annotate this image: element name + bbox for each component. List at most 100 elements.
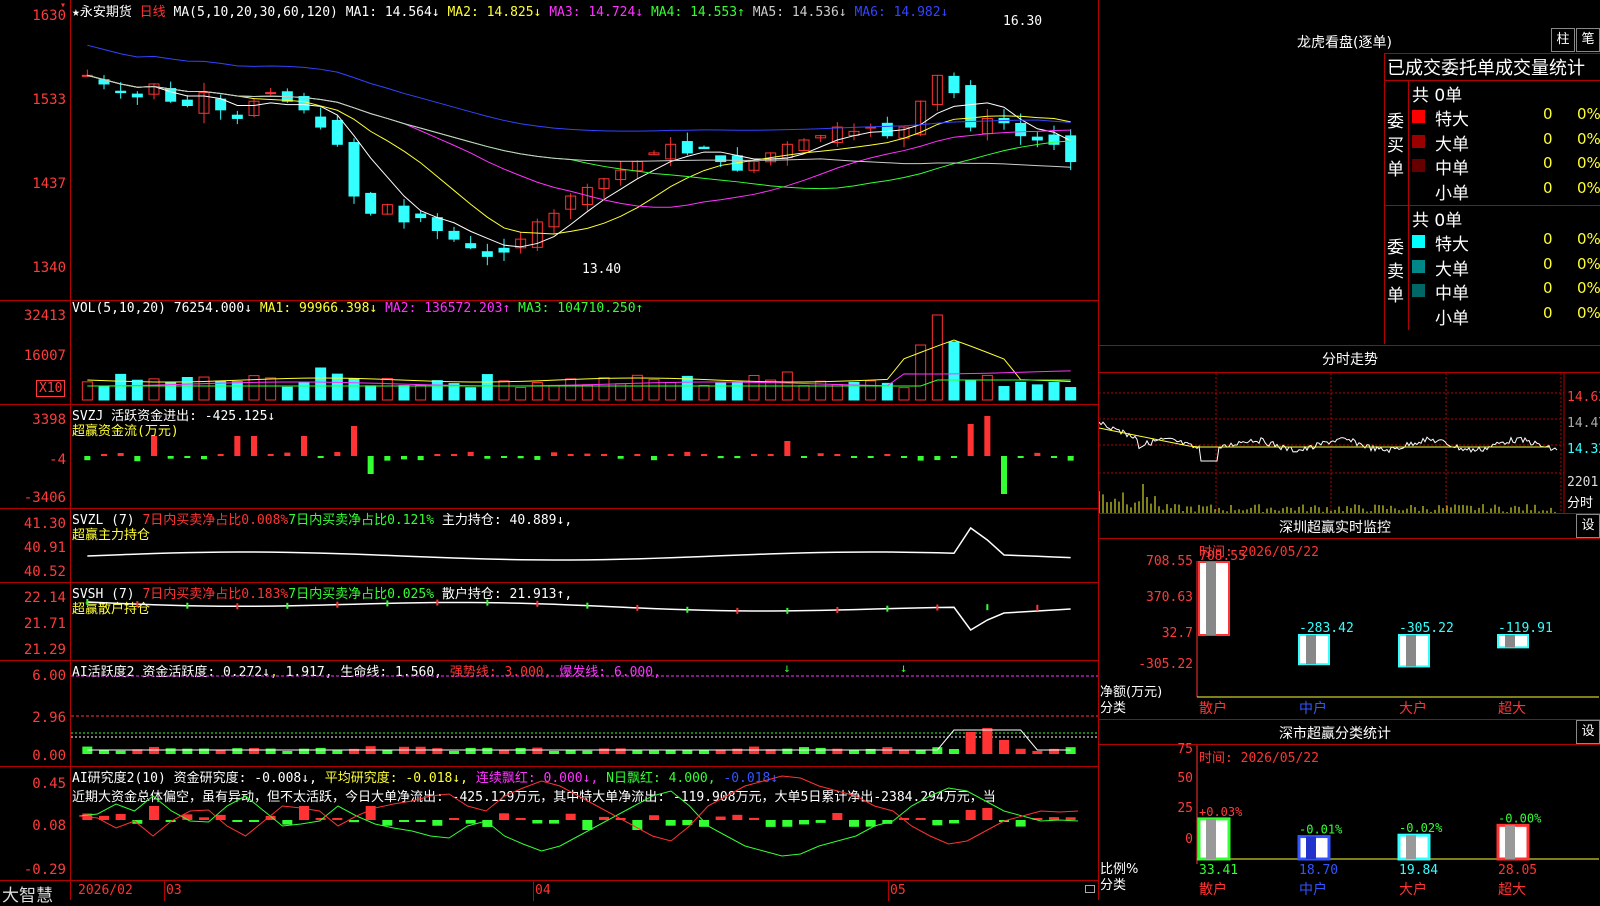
sz-stat-x-title: 分类: [1100, 878, 1127, 893]
research-bar: [432, 820, 443, 826]
candle: [348, 142, 360, 197]
ma-line: [87, 74, 1071, 190]
ai-research-panel[interactable]: AI研究度2(10) 资金研究度: -0.008↓, 平均研究度: -0.018…: [0, 766, 1098, 880]
research-bar: [982, 808, 993, 820]
y-tick: 21.29: [23, 642, 66, 658]
buy-total: 共 0单: [1412, 86, 1463, 106]
activity-bar: [932, 747, 943, 754]
flow-bar: [534, 456, 541, 460]
research-bar: [232, 820, 243, 822]
svzl-panel[interactable]: SVZL (7) 7日内买卖净占比0.008%7日内买卖净占比0.121% 主力…: [0, 508, 1098, 583]
fenshi-panel[interactable]: 分时走势 14.62 14.47 14.32 2201 分时: [1099, 345, 1600, 514]
flow-bar: [1017, 456, 1024, 458]
research-bar: [599, 816, 609, 820]
candle: [698, 146, 710, 150]
cat-label: 中户: [1299, 881, 1327, 898]
research-bar: [332, 818, 343, 820]
candle: [181, 99, 193, 107]
y-tick: 40.91: [23, 540, 66, 556]
tick-mark: [886, 605, 889, 612]
svzj-chart[interactable]: [71, 404, 1098, 508]
flow-bar: [1051, 456, 1057, 458]
date-sep: [533, 881, 534, 901]
row-percent: 0%: [1577, 105, 1600, 123]
row-name: 特大: [1435, 235, 1469, 255]
y-tick: 22.14: [23, 590, 66, 606]
svsh-chart[interactable]: [71, 582, 1098, 660]
fenshi-vol-unit: 分时: [1567, 496, 1594, 511]
kline-panel[interactable]: ★永安期货 日线 MA(5,10,20,30,60,120) MA1: 14.5…: [0, 0, 1098, 301]
research-bar: [1049, 817, 1059, 820]
research-bar: [832, 813, 843, 820]
activity-bar: [449, 750, 459, 754]
volume-bar: [398, 385, 410, 401]
sz-monitor-panel[interactable]: 深圳超赢实时监控 设 时间: 2026/05/22 708.55 370.63 32…: [1099, 513, 1600, 720]
activity-bar: [482, 747, 493, 754]
lock-icon[interactable]: [1085, 885, 1095, 893]
y-tick: 40.52: [23, 564, 66, 580]
activity-bar: [232, 748, 243, 754]
date-tick: 05: [890, 883, 906, 898]
ratio-value: 19.84: [1399, 863, 1438, 878]
svzj-panel[interactable]: SVZJ 活跃资金进出: -425.125↓ 超赢资金流(万元) 3398 -4…: [0, 404, 1098, 509]
svsh-panel[interactable]: SVSH (7) 7日内买卖净占比0.183%7日内买卖净占比0.025% 散户…: [0, 582, 1098, 661]
fenshi-chart[interactable]: [1099, 373, 1600, 513]
kline-chart[interactable]: [71, 0, 1098, 300]
y-tick: 1630: [32, 8, 66, 24]
buy-side-label: 委买单: [1387, 112, 1404, 180]
activity-bar: [699, 750, 709, 754]
flow-bar: [701, 454, 707, 456]
research-bar: [499, 813, 509, 820]
flow-bar: [367, 456, 374, 474]
longhu-panel[interactable]: 龙虎看盘(逐单) 柱 笔 已成交委托单成交量统计 委买单 委卖单 共 0单 共 …: [1099, 0, 1600, 346]
flow-bar: [1067, 456, 1074, 461]
flow-bar: [101, 454, 107, 456]
longhu-sep: [1408, 80, 1409, 330]
research-bar: [1015, 820, 1026, 827]
candle: [231, 114, 243, 119]
tick-mark: [386, 600, 389, 607]
vol-unit-badge: X10: [36, 380, 66, 397]
color-swatch: [1412, 159, 1425, 172]
y-tick: 41.30: [23, 516, 66, 532]
tick-mark: [186, 602, 189, 609]
sz-stat-chart[interactable]: 75 50 25 0 +0.03% 33.41 散户 -0.01% 18.70 中户 -0.02% 1…: [1099, 719, 1600, 900]
volume-bar: [198, 376, 210, 401]
tick-mark: [136, 601, 139, 608]
flow-bar: [234, 436, 241, 456]
sz-stat-panel[interactable]: 深市超赢分类统计 设 时间: 2026/05/22 75 50 25 0 +0.03% 3…: [1099, 719, 1600, 900]
volume-bar: [1065, 387, 1077, 401]
ai-activity-chart[interactable]: ↓ ↓: [71, 660, 1098, 766]
ai-research-chart[interactable]: [71, 766, 1098, 880]
ma-line: [87, 74, 1071, 235]
date-tick: 2026/02: [78, 883, 133, 898]
row-value: 0: [1543, 303, 1553, 322]
tick-mark: [436, 599, 439, 606]
tick-mark: [536, 600, 539, 607]
position-line: [87, 526, 1071, 561]
date-sep: [888, 881, 889, 901]
y-tick: 1437: [32, 176, 66, 192]
research-bar: [115, 813, 126, 820]
volume-panel[interactable]: VOL(5,10,20) 76254.000↓ MA1: 99966.398↓ …: [0, 300, 1098, 405]
sz-monitor-x-title: 分类: [1100, 701, 1127, 716]
bar-mode-button[interactable]: 柱: [1551, 28, 1575, 52]
y-tick: 1533: [32, 92, 66, 108]
date-sep: [164, 881, 165, 901]
activity-bar: [965, 732, 976, 754]
tick-mode-button[interactable]: 笔: [1576, 28, 1600, 52]
ai-activity-panel[interactable]: AI活跃度2 资金活跃度: 0.272↓, 1.917, 生命线: 1.560,…: [0, 660, 1098, 767]
volume-bar: [1048, 382, 1060, 401]
vol-ma-line: [87, 339, 1071, 383]
svzl-chart[interactable]: [71, 508, 1098, 582]
volume-chart[interactable]: [71, 300, 1098, 404]
date-bar: 大智慧 2026/02 03 04 05: [0, 880, 1098, 906]
sz-monitor-chart[interactable]: 708.55 370.63 32.7 -305.22 708.55 散户 -283.42 中户…: [1099, 513, 1600, 719]
y-tick: 50: [1177, 771, 1193, 786]
row-percent: 0%: [1577, 230, 1600, 248]
ratio-bar-shade: [1505, 825, 1515, 859]
volume-bar: [748, 374, 760, 401]
ratio-bar-shade: [1406, 835, 1416, 859]
longhu-title: 龙虎看盘(逐单): [1297, 35, 1392, 51]
activity-bar: [199, 748, 209, 754]
